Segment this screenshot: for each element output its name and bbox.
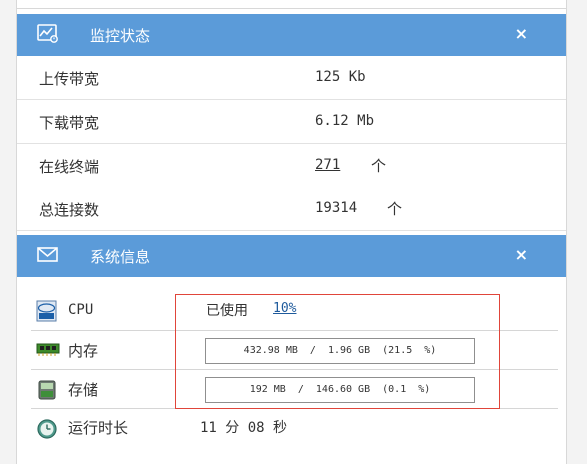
memory-row: 内存 432.98 MB / 1.96 GB (21.5 %) bbox=[17, 331, 566, 370]
memory-usage-bar: 432.98 MB / 1.96 GB (21.5 %) bbox=[205, 338, 475, 364]
sysinfo-close-button[interactable]: × bbox=[515, 245, 528, 264]
upload-bandwidth-row: 上传带宽 125 Kb bbox=[17, 56, 566, 100]
top-strip bbox=[17, 0, 566, 9]
sysinfo-panel-title: 系统信息 bbox=[90, 248, 151, 266]
cpu-usage-link[interactable]: 10% bbox=[273, 301, 296, 316]
upload-bandwidth-value: 125 Kb bbox=[315, 69, 366, 85]
online-terminals-link[interactable]: 271 bbox=[315, 157, 340, 173]
online-terminals-unit: 个 bbox=[371, 157, 387, 175]
monitor-panel-header: 监控状态 × bbox=[17, 14, 566, 56]
uptime-value: 11 分 08 秒 bbox=[200, 420, 288, 436]
envelope-icon bbox=[37, 247, 59, 267]
disk-icon bbox=[36, 379, 58, 400]
monitor-panel-title: 监控状态 bbox=[90, 27, 151, 45]
total-connections-label: 总连接数 bbox=[39, 201, 100, 219]
storage-label: 存储 bbox=[68, 381, 99, 399]
total-connections-unit: 个 bbox=[387, 200, 403, 218]
clock-icon bbox=[36, 418, 58, 439]
storage-usage-bar: 192 MB / 146.60 GB (0.1 %) bbox=[205, 377, 475, 403]
online-terminals-row: 在线终端 271 个 bbox=[17, 144, 566, 188]
download-bandwidth-value: 6.12 Mb bbox=[315, 113, 375, 129]
download-bandwidth-label: 下载带宽 bbox=[39, 114, 100, 132]
cpu-label: CPU bbox=[68, 302, 94, 318]
total-connections-row: 总连接数 19314 个 bbox=[17, 187, 566, 231]
cpu-used-label: 已使用 bbox=[206, 303, 248, 319]
online-terminals-label: 在线终端 bbox=[39, 158, 100, 176]
memory-label: 内存 bbox=[68, 342, 99, 360]
uptime-row: 运行时长 11 分 08 秒 bbox=[17, 409, 566, 448]
uptime-label: 运行时长 bbox=[68, 419, 129, 437]
download-bandwidth-row: 下载带宽 6.12 Mb bbox=[17, 100, 566, 144]
storage-row: 存储 192 MB / 146.60 GB (0.1 %) bbox=[17, 370, 566, 409]
intel-cpu-icon bbox=[36, 300, 58, 322]
chart-monitor-icon bbox=[37, 24, 59, 44]
upload-bandwidth-label: 上传带宽 bbox=[39, 70, 100, 88]
sysinfo-panel-header: 系统信息 × bbox=[17, 235, 566, 277]
cpu-row: CPU 已使用 10% bbox=[17, 292, 566, 331]
monitor-close-button[interactable]: × bbox=[515, 24, 528, 43]
ram-icon bbox=[36, 340, 60, 360]
total-connections-value: 19314 bbox=[315, 200, 358, 216]
